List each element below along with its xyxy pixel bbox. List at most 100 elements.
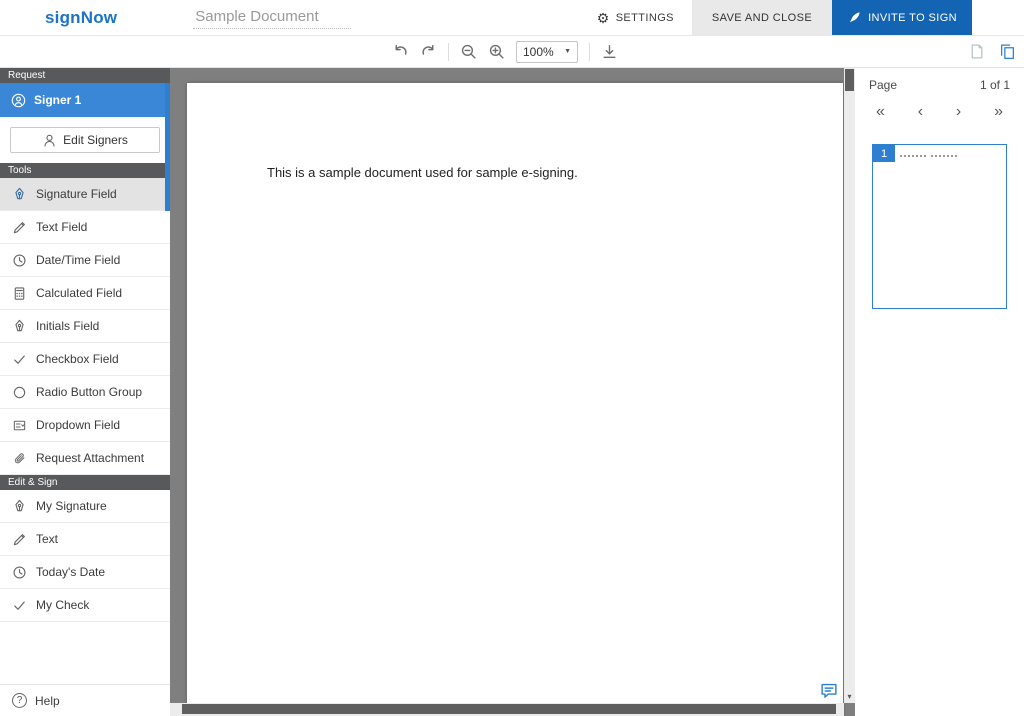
page-count-row: Page 1 of 1 [869,78,1010,92]
page-navigation: « ‹ › » [869,103,1010,121]
help-label: Help [35,694,60,708]
section-header-edit-sign: Edit & Sign [0,475,170,490]
tool-initials-field[interactable]: Initials Field [0,310,170,343]
toolbar-right-group [968,36,1016,67]
page-thumbnail[interactable]: 1 [872,144,1007,309]
document-body-text: This is a sample document used for sampl… [267,165,578,180]
radio-circle-icon [12,385,27,400]
tool-label: Calculated Field [36,286,122,300]
tool-label: My Check [36,598,89,612]
tool-checkbox-field[interactable]: Checkbox Field [0,343,170,376]
previous-page-icon[interactable]: ‹ [918,103,923,121]
save-and-close-label: SAVE AND CLOSE [712,12,812,24]
settings-label: SETTINGS [616,12,674,24]
page-thumbnails-panel-icon[interactable] [999,43,1016,60]
tool-request-attachment[interactable]: Request Attachment [0,442,170,475]
gear-icon: ⚙ [597,11,610,25]
pen-nib-icon [12,187,27,202]
tool-radio-button-group[interactable]: Radio Button Group [0,376,170,409]
horizontal-scrollbar-thumb[interactable] [182,704,836,714]
calculator-icon [12,286,27,301]
thumbnail-text-line [931,155,957,157]
zoom-in-icon[interactable] [488,43,505,60]
edit-signers-button[interactable]: Edit Signers [10,127,160,153]
download-icon[interactable] [601,43,618,60]
last-page-icon[interactable]: » [994,103,1003,121]
toolbar-center-group: 100% ▼ [392,41,618,63]
tool-label: Today's Date [36,565,105,579]
tool-date-time-field[interactable]: Date/Time Field [0,244,170,277]
document-page[interactable]: This is a sample document used for sampl… [187,83,843,716]
header-actions: ⚙ SETTINGS SAVE AND CLOSE INVITE TO SIGN [579,0,972,35]
help-button[interactable]: ? Help [0,684,170,716]
signer-avatar-icon [11,93,26,108]
pen-nib-icon [12,499,27,514]
tool-label: Text Field [36,220,87,234]
tool-my-signature[interactable]: My Signature [0,490,170,523]
edit-signers-label: Edit Signers [63,133,128,147]
section-header-tools: Tools [0,163,170,178]
tool-calculated-field[interactable]: Calculated Field [0,277,170,310]
zoom-level-value: 100% [523,45,554,59]
tool-label: Date/Time Field [36,253,120,267]
document-title-field[interactable]: Sample Document [193,7,351,29]
zoom-out-icon[interactable] [460,43,477,60]
editor-content: Request Signer 1 Edit Signers Tools Sign… [0,68,1024,716]
quill-pen-icon [847,10,862,25]
tool-label: Request Attachment [36,451,144,465]
tool-signature-field[interactable]: Signature Field [0,178,170,211]
tool-label: Initials Field [36,319,99,333]
signer-1-item[interactable]: Signer 1 [0,83,170,117]
checkmark-icon [12,598,27,613]
tool-dropdown-field[interactable]: Dropdown Field [0,409,170,442]
tool-label: My Signature [36,499,107,513]
scroll-down-button[interactable]: ▾ [844,690,855,703]
tool-my-text[interactable]: Text [0,523,170,556]
paperclip-icon [12,451,27,466]
undo-icon[interactable] [392,43,409,60]
vertical-scrollbar-thumb[interactable] [845,69,854,91]
tool-label: Signature Field [36,187,117,201]
tool-label: Text [36,532,58,546]
page-count: 1 of 1 [980,78,1010,92]
redo-icon[interactable] [420,43,437,60]
page-number-badge: 1 [873,145,895,162]
checkmark-icon [12,352,27,367]
zoom-level-select[interactable]: 100% ▼ [516,41,578,63]
vertical-scrollbar[interactable]: ▾ [844,68,855,703]
dropdown-list-icon [12,418,27,433]
thumbnail-text-line [900,155,926,157]
clock-icon [12,253,27,268]
toolbar-separator [448,43,449,61]
document-preview-icon[interactable] [968,43,985,60]
signer-1-label: Signer 1 [34,93,81,107]
chevron-down-icon: ▼ [564,48,571,55]
tool-text-field[interactable]: Text Field [0,211,170,244]
app-header: signNow Sample Document ⚙ SETTINGS SAVE … [0,0,1024,36]
tool-label: Radio Button Group [36,385,142,399]
tool-my-check[interactable]: My Check [0,589,170,622]
invite-to-sign-button[interactable]: INVITE TO SIGN [832,0,972,35]
tool-todays-date[interactable]: Today's Date [0,556,170,589]
next-page-icon[interactable]: › [956,103,961,121]
person-icon [42,133,57,148]
tools-sidebar: Request Signer 1 Edit Signers Tools Sign… [0,68,170,716]
invite-to-sign-label: INVITE TO SIGN [868,12,957,24]
document-canvas: This is a sample document used for sampl… [170,68,855,716]
toolbar-separator [589,43,590,61]
settings-button[interactable]: ⚙ SETTINGS [579,0,692,35]
tool-label: Dropdown Field [36,418,120,432]
save-and-close-button[interactable]: SAVE AND CLOSE [692,0,832,35]
clock-icon [12,565,27,580]
pencil-icon [12,220,27,235]
signer-color-strip [165,83,170,211]
feedback-chat-icon[interactable] [819,681,839,700]
pages-panel: Page 1 of 1 « ‹ › » 1 [855,68,1024,716]
edit-signers-area: Edit Signers [0,117,170,163]
thumbnail-text-preview [900,155,957,157]
page-label: Page [869,78,897,92]
horizontal-scrollbar[interactable] [170,703,844,716]
question-mark-icon: ? [12,693,27,708]
pencil-icon [12,532,27,547]
first-page-icon[interactable]: « [876,103,885,121]
